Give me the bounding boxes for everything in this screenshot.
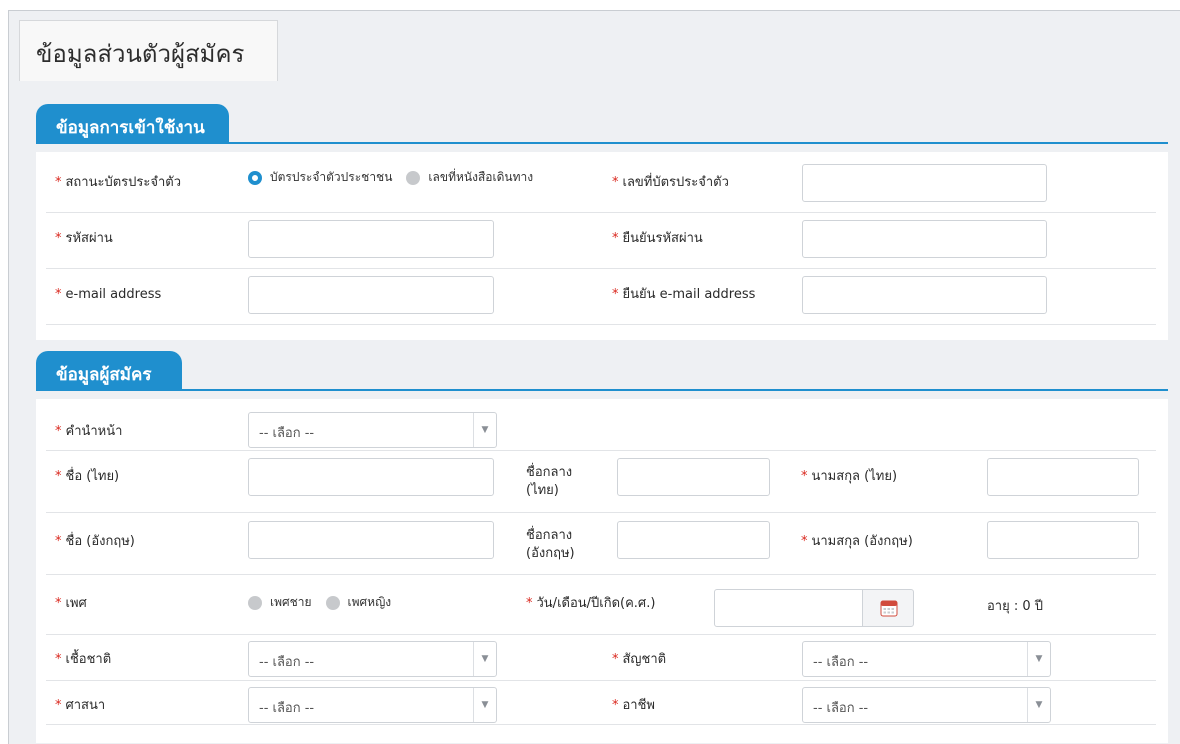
id-type-label: * สถานะบัตรประจำตัว <box>55 175 182 190</box>
occupation-select[interactable]: -- เลือก -- ▼ <box>802 687 1051 723</box>
middle-name-th-label: ชื่อกลาง (ไทย) <box>526 465 573 498</box>
row-divider <box>46 212 1156 213</box>
row-divider <box>46 324 1156 325</box>
gender-radio-group: เพศชาย เพศหญิง <box>248 593 391 612</box>
section-divider <box>36 142 1168 144</box>
religion-label: * ศาสนา <box>55 698 106 713</box>
section-tab-applicant: ข้อมูลผู้สมัคร <box>36 351 182 391</box>
ethnicity-select[interactable]: -- เลือก -- ▼ <box>248 641 497 677</box>
last-name-en-label: * นามสกุล (อังกฤษ) <box>801 534 913 549</box>
confirm-email-input[interactable] <box>802 276 1047 314</box>
chevron-down-icon: ▼ <box>1027 688 1050 722</box>
section-tab-login: ข้อมูลการเข้าใช้งาน <box>36 104 229 144</box>
section-title-applicant: ข้อมูลผู้สมัคร <box>56 365 152 385</box>
confirm-email-label: * ยืนยัน e-mail address <box>612 287 756 302</box>
dob-input[interactable] <box>714 589 864 627</box>
email-input[interactable] <box>248 276 494 314</box>
row-divider <box>46 512 1156 513</box>
calendar-icon <box>880 600 898 617</box>
row-divider <box>46 634 1156 635</box>
nationality-label: * สัญชาติ <box>612 652 667 667</box>
confirm-password-label: * ยืนยันรหัสผ่าน <box>612 231 703 246</box>
password-input[interactable] <box>248 220 494 258</box>
radio-passport-label: เลขที่หนังสือเดินทาง <box>428 170 534 184</box>
last-name-th-input[interactable] <box>987 458 1139 496</box>
last-name-en-input[interactable] <box>987 521 1139 559</box>
nationality-select[interactable]: -- เลือก -- ▼ <box>802 641 1051 677</box>
dob-label: * วัน/เดือน/ปีเกิด(ค.ศ.) <box>526 596 656 611</box>
chevron-down-icon: ▼ <box>1027 642 1050 676</box>
page-title-tab: ข้อมูลส่วนตัวผู้สมัคร <box>19 20 278 81</box>
radio-female[interactable] <box>325 595 340 610</box>
radio-male[interactable] <box>248 595 262 610</box>
confirm-password-input[interactable] <box>802 220 1047 258</box>
password-label: * รหัสผ่าน <box>55 231 113 246</box>
first-name-th-input[interactable] <box>248 458 494 496</box>
first-name-en-input[interactable] <box>248 521 494 559</box>
row-divider <box>46 680 1156 681</box>
chevron-down-icon: ▼ <box>473 413 496 447</box>
ethnicity-label: * เชื้อชาติ <box>55 652 112 667</box>
radio-female-label: เพศหญิง <box>347 595 392 609</box>
row-divider <box>46 268 1156 269</box>
id-number-input[interactable] <box>802 164 1047 202</box>
prefix-label: * คำนำหน้า <box>55 424 123 439</box>
calendar-button[interactable] <box>862 589 914 627</box>
age-display: อายุ : 0 ปี <box>987 599 1044 614</box>
chevron-down-icon: ▼ <box>473 688 496 722</box>
radio-male-label: เพศชาย <box>270 595 312 609</box>
prefix-select[interactable]: -- เลือก -- ▼ <box>248 412 497 448</box>
row-divider <box>46 724 1156 725</box>
page-title: ข้อมูลส่วนตัวผู้สมัคร <box>36 40 245 68</box>
radio-passport[interactable] <box>406 170 421 185</box>
id-type-radio-group: บัตรประจำตัวประชาชน เลขที่หนังสือเดินทาง <box>248 168 533 187</box>
row-divider <box>46 450 1156 451</box>
last-name-th-label: * นามสกุล (ไทย) <box>801 469 898 484</box>
id-number-label: * เลขที่บัตรประจำตัว <box>612 175 729 190</box>
gender-label: * เพศ <box>55 596 87 611</box>
first-name-en-label: * ชื่อ (อังกฤษ) <box>55 534 135 549</box>
first-name-th-label: * ชื่อ (ไทย) <box>55 469 120 484</box>
middle-name-en-label: ชื่อกลาง (อังกฤษ) <box>526 528 575 561</box>
chevron-down-icon: ▼ <box>473 642 496 676</box>
middle-name-en-input[interactable] <box>617 521 770 559</box>
email-label: * e-mail address <box>55 287 162 302</box>
middle-name-th-input[interactable] <box>617 458 770 496</box>
section-title-login: ข้อมูลการเข้าใช้งาน <box>56 118 205 138</box>
occupation-label: * อาชีพ <box>612 698 655 713</box>
radio-national-id-label: บัตรประจำตัวประชาชน <box>270 170 393 184</box>
row-divider <box>46 574 1156 575</box>
religion-select[interactable]: -- เลือก -- ▼ <box>248 687 497 723</box>
section-divider <box>36 389 1168 391</box>
radio-national-id[interactable] <box>248 170 262 185</box>
